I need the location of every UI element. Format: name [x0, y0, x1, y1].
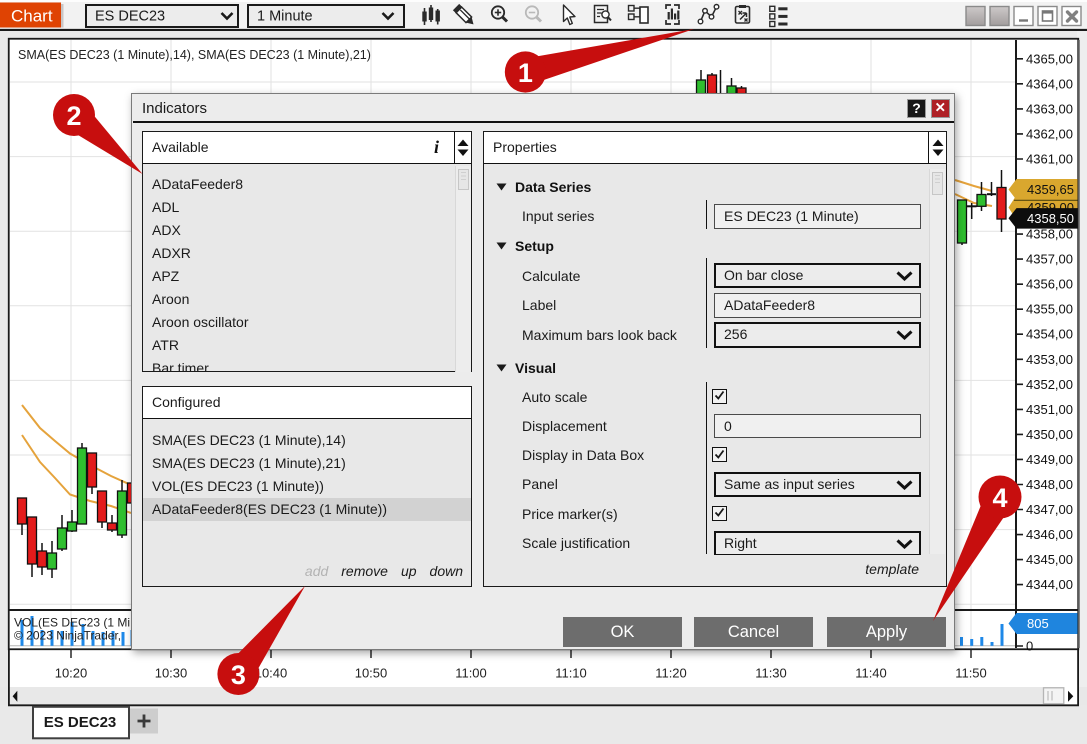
svg-text:4: 4: [992, 483, 1007, 513]
svg-text:2: 2: [66, 101, 81, 131]
svg-text:1: 1: [518, 58, 533, 88]
svg-text:3: 3: [231, 660, 246, 690]
